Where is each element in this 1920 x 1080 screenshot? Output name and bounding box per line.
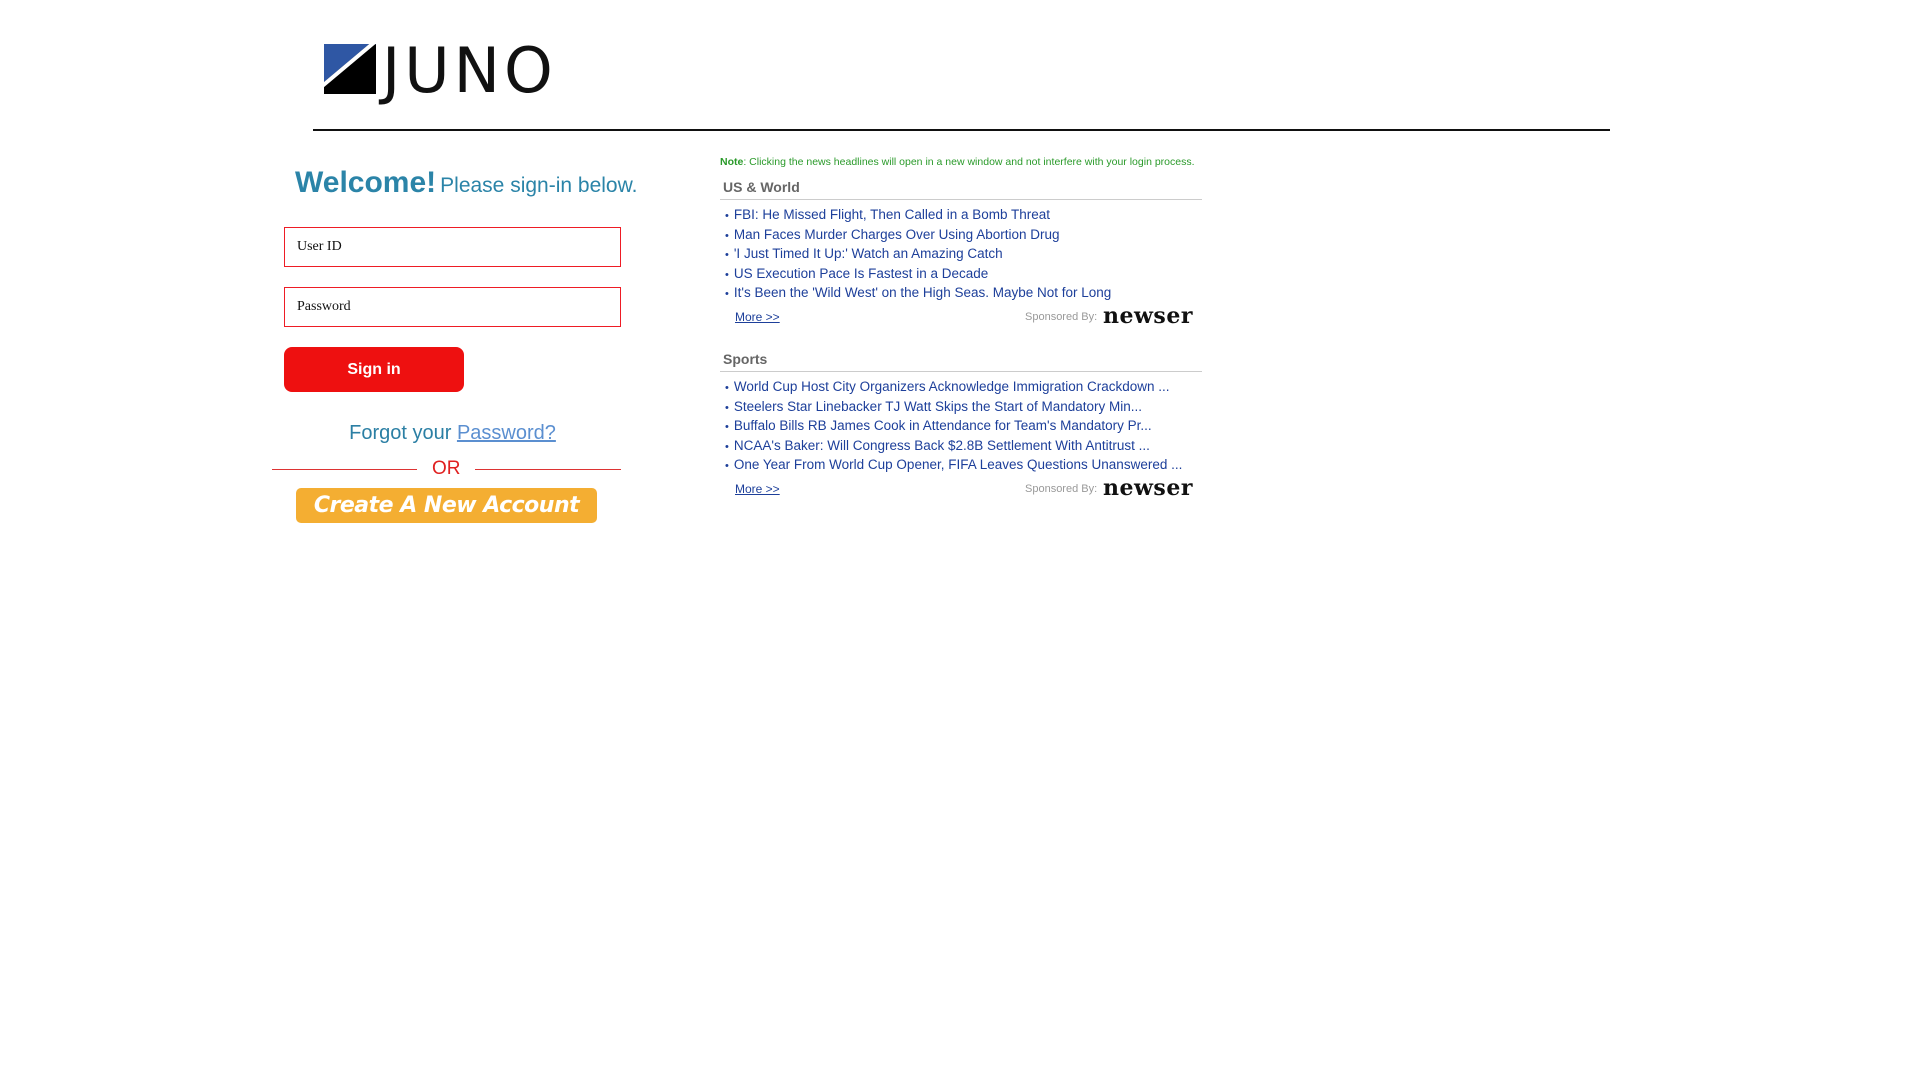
headline-link[interactable]: FBI: He Missed Flight, Then Called in a … [720, 205, 1202, 225]
headline-link[interactable]: It's Been the 'Wild West' on the High Se… [720, 283, 1202, 303]
juno-logo[interactable]: JUNO [324, 34, 556, 107]
sponsored-label: Sponsored By: [1025, 482, 1098, 495]
headline-link[interactable]: World Cup Host City Organizers Acknowled… [720, 377, 1202, 397]
section-title: Sports [720, 348, 1202, 372]
header-divider [313, 129, 1610, 131]
sponsored-label: Sponsored By: [1025, 310, 1098, 323]
newser-logo[interactable]: newser [1103, 303, 1193, 329]
headline-link[interactable]: Buffalo Bills RB James Cook in Attendanc… [720, 416, 1202, 436]
newser-logo[interactable]: newser [1103, 475, 1193, 501]
headline-link[interactable]: One Year From World Cup Opener, FIFA Lea… [720, 455, 1202, 475]
welcome-title: Welcome! [295, 166, 437, 199]
news-section-us-world: US & World FBI: He Missed Flight, Then C… [720, 176, 1202, 332]
forgot-password: Forgot your Password? [284, 422, 621, 445]
note-text: : Clicking the news headlines will open … [743, 156, 1195, 168]
forgot-password-link[interactable]: Password? [457, 422, 556, 444]
user-id-input[interactable] [284, 227, 621, 267]
forgot-prefix: Forgot your [349, 422, 452, 444]
juno-logo-text: JUNO [382, 34, 557, 107]
headline-link[interactable]: US Execution Pace Is Fastest in a Decade [720, 264, 1202, 284]
section-title: US & World [720, 176, 1202, 200]
create-account-button[interactable]: Create A New Account [296, 488, 597, 523]
sign-in-button[interactable]: Sign in [284, 347, 464, 392]
news-section-sports: Sports World Cup Host City Organizers Ac… [720, 348, 1202, 504]
headline-link[interactable]: Steelers Star Linebacker TJ Watt Skips t… [720, 397, 1202, 417]
welcome-subtitle: Please sign-in below. [440, 174, 638, 197]
or-label: OR [432, 458, 461, 479]
or-divider-right [475, 469, 621, 470]
or-divider-left [272, 469, 417, 470]
news-note: Note: Clicking the news headlines will o… [720, 156, 1195, 168]
welcome-heading: Welcome! Please sign-in below. [295, 166, 637, 200]
password-input[interactable] [284, 287, 621, 327]
headline-link[interactable]: NCAA's Baker: Will Congress Back $2.8B S… [720, 436, 1202, 456]
note-label: Note [720, 156, 744, 168]
headline-link[interactable]: 'I Just Timed It Up:' Watch an Amazing C… [720, 244, 1202, 264]
juno-logo-mark-icon [324, 44, 376, 94]
headline-link[interactable]: Man Faces Murder Charges Over Using Abor… [720, 225, 1202, 245]
more-link[interactable]: More >> [735, 482, 780, 496]
more-link[interactable]: More >> [735, 310, 780, 324]
